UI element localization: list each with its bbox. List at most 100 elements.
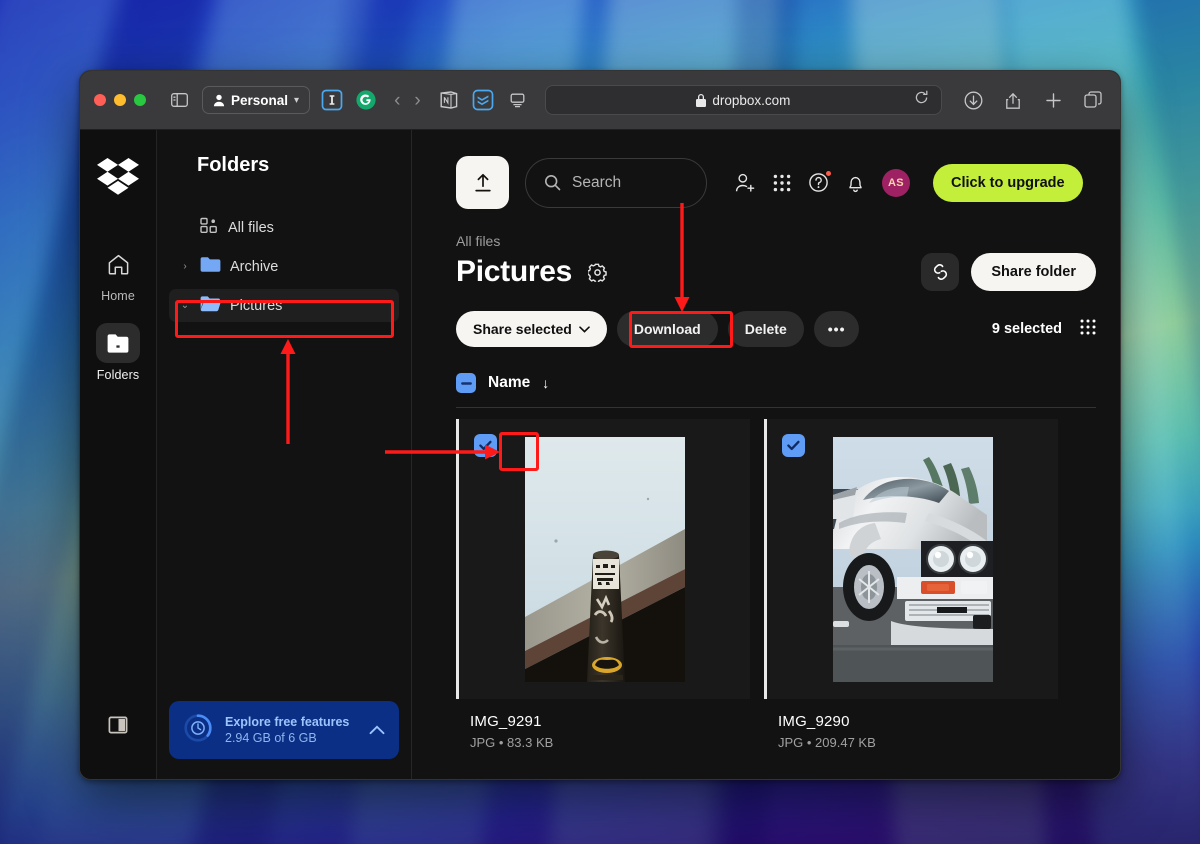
navigation-arrows[interactable]: ‹ › <box>394 91 421 110</box>
sidebar-title: Folders <box>197 154 270 176</box>
more-actions-button[interactable]: ••• <box>813 311 860 347</box>
app-rail: Home Folders <box>80 130 157 779</box>
invite-member-icon[interactable] <box>735 173 756 193</box>
graffiti-pole-photo <box>524 436 685 682</box>
browser-toolbar: Personal ▾ ‹ › dropbox.com <box>80 71 1120 130</box>
check-icon <box>479 440 492 451</box>
sidebar-item-pictures-label: Pictures <box>230 297 283 314</box>
chevron-down-icon <box>579 325 590 333</box>
sidebar-item-archive-label: Archive <box>230 258 279 275</box>
downloads-icon[interactable] <box>960 89 986 111</box>
sidebar-item-folders[interactable]: Folders <box>80 323 156 382</box>
file-name[interactable]: IMG_9290 <box>778 713 1058 730</box>
file-thumbnail-frame[interactable] <box>764 419 1058 699</box>
breadcrumb[interactable]: All files <box>412 209 1120 253</box>
file-checkbox[interactable] <box>474 434 497 457</box>
folder-open-icon <box>200 295 221 316</box>
download-button[interactable]: Download <box>616 311 718 347</box>
page-title: Pictures <box>456 255 572 288</box>
file-name[interactable]: IMG_9291 <box>470 713 750 730</box>
search-placeholder: Search <box>572 173 622 191</box>
storage-promo-banner[interactable]: Explore free features 2.94 GB of 6 GB <box>169 701 399 759</box>
file-size: JPG • 209.47 KB <box>778 735 876 750</box>
minimize-window-button[interactable] <box>114 94 126 106</box>
name-column-header[interactable]: Name <box>488 374 530 392</box>
promo-title: Explore free features <box>225 714 350 729</box>
close-window-button[interactable] <box>94 94 106 106</box>
file-grid: IMG_9291 JPG • 83.3 KB IMG_9290 JPG • 20… <box>412 408 1120 750</box>
select-all-checkbox[interactable] <box>456 373 476 393</box>
sort-descending-icon[interactable]: ↓ <box>542 375 549 391</box>
file-meta: IMG_9291 JPG • 83.3 KB <box>456 699 750 750</box>
window-controls[interactable] <box>94 94 146 106</box>
browser-window: Personal ▾ ‹ › dropbox.com Home Folders … <box>79 70 1121 780</box>
file-checkbox[interactable] <box>782 434 805 457</box>
reader-view-icon[interactable] <box>505 89 531 111</box>
minus-icon <box>460 381 472 385</box>
file-tile[interactable]: IMG_9291 JPG • 83.3 KB <box>456 419 750 750</box>
sidebar-toggle-icon[interactable] <box>108 716 128 739</box>
chevron-down-icon: ▾ <box>294 94 300 106</box>
share-selected-button[interactable]: Share selected <box>456 311 607 347</box>
search-input[interactable]: Search <box>525 157 707 208</box>
url-text: dropbox.com <box>712 92 791 108</box>
file-tile[interactable]: IMG_9290 JPG • 209.47 KB <box>764 419 1058 750</box>
header-icons: AS Click to upgrade <box>735 163 1083 202</box>
sidebar-item-home[interactable]: Home <box>80 244 156 303</box>
chevron-right-icon[interactable]: › <box>179 261 191 272</box>
folder-sidebar: Folders All files › Archive ⌄ Pictures E… <box>157 130 412 779</box>
grid-view-icon[interactable] <box>1080 319 1096 340</box>
sidebar-item-home-label: Home <box>101 289 135 303</box>
all-files-icon <box>200 217 219 238</box>
reload-icon[interactable] <box>914 90 929 110</box>
chevron-up-icon[interactable] <box>369 723 385 738</box>
storage-ring-icon <box>183 713 213 748</box>
title-actions: Share folder <box>921 253 1096 291</box>
delete-button[interactable]: Delete <box>727 311 804 347</box>
address-bar[interactable]: dropbox.com <box>544 85 942 115</box>
share-selected-label: Share selected <box>473 321 572 337</box>
lock-icon <box>696 93 707 107</box>
title-row: Pictures Share folder <box>412 253 1120 291</box>
apps-grid-icon[interactable] <box>773 174 791 192</box>
file-thumbnail-frame[interactable] <box>456 419 750 699</box>
notifications-bell-icon[interactable] <box>846 173 865 193</box>
folder-icon <box>96 323 140 363</box>
dropbox-logo[interactable] <box>97 158 139 200</box>
help-badge <box>825 170 832 177</box>
sidebar-item-pictures[interactable]: ⌄ Pictures <box>169 289 399 322</box>
tab-overview-icon[interactable] <box>1080 89 1106 111</box>
sidebar-item-all-files[interactable]: All files <box>169 211 399 244</box>
promo-storage: 2.94 GB of 6 GB <box>225 731 317 745</box>
todoist-extension-icon[interactable] <box>471 88 495 112</box>
settings-gear-icon[interactable] <box>588 263 607 282</box>
file-size: JPG • 83.3 KB <box>470 735 554 750</box>
help-icon[interactable] <box>808 170 832 193</box>
back-button[interactable]: ‹ <box>394 91 400 110</box>
upgrade-button[interactable]: Click to upgrade <box>933 163 1083 202</box>
rail-bottom <box>80 716 156 739</box>
instapaper-extension-icon[interactable] <box>320 88 344 112</box>
maximize-window-button[interactable] <box>134 94 146 106</box>
check-icon <box>787 440 800 451</box>
home-icon <box>96 244 140 284</box>
grammarly-extension-icon[interactable] <box>354 88 378 112</box>
sidebar-item-archive[interactable]: › Archive <box>169 250 399 283</box>
search-icon <box>544 174 561 191</box>
profile-switcher-button[interactable]: Personal ▾ <box>202 86 311 114</box>
sidebar-toggle-icon[interactable] <box>166 89 192 111</box>
share-folder-button[interactable]: Share folder <box>971 253 1096 291</box>
share-icon[interactable] <box>1000 89 1026 111</box>
browser-right-actions[interactable] <box>960 89 1106 111</box>
notion-extension-icon[interactable] <box>437 88 461 112</box>
new-tab-icon[interactable] <box>1040 89 1066 111</box>
avatar[interactable]: AS <box>882 168 910 197</box>
file-meta: IMG_9290 JPG • 209.47 KB <box>764 699 1058 750</box>
upload-button[interactable] <box>456 156 509 209</box>
profile-label: Personal <box>231 92 289 108</box>
selected-count: 9 selected <box>991 321 1062 337</box>
column-header-row: Name ↓ <box>412 347 1120 393</box>
chevron-down-icon[interactable]: ⌄ <box>179 300 191 311</box>
copy-link-icon[interactable] <box>921 253 960 291</box>
forward-button[interactable]: › <box>414 91 420 110</box>
